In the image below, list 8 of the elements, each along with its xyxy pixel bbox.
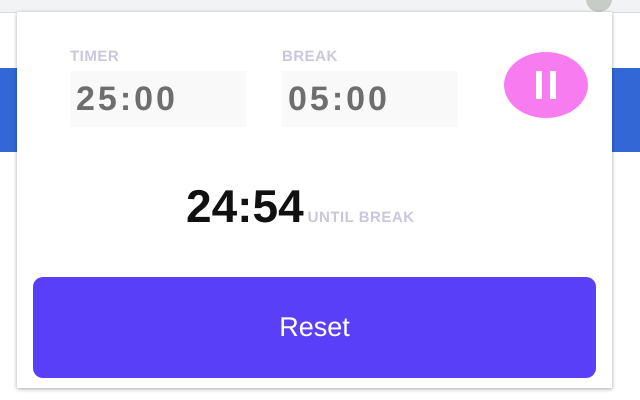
timer-label: TIMER xyxy=(70,48,120,65)
countdown-caption: UNTIL BREAK xyxy=(308,209,415,226)
reset-button[interactable]: Reset xyxy=(33,277,596,378)
break-field[interactable]: 05:00 xyxy=(282,71,458,127)
pause-icon xyxy=(534,71,558,99)
timer-field[interactable]: 25:00 xyxy=(70,71,246,127)
countdown-time: 24:54 xyxy=(186,179,304,233)
break-label: BREAK xyxy=(282,48,339,65)
